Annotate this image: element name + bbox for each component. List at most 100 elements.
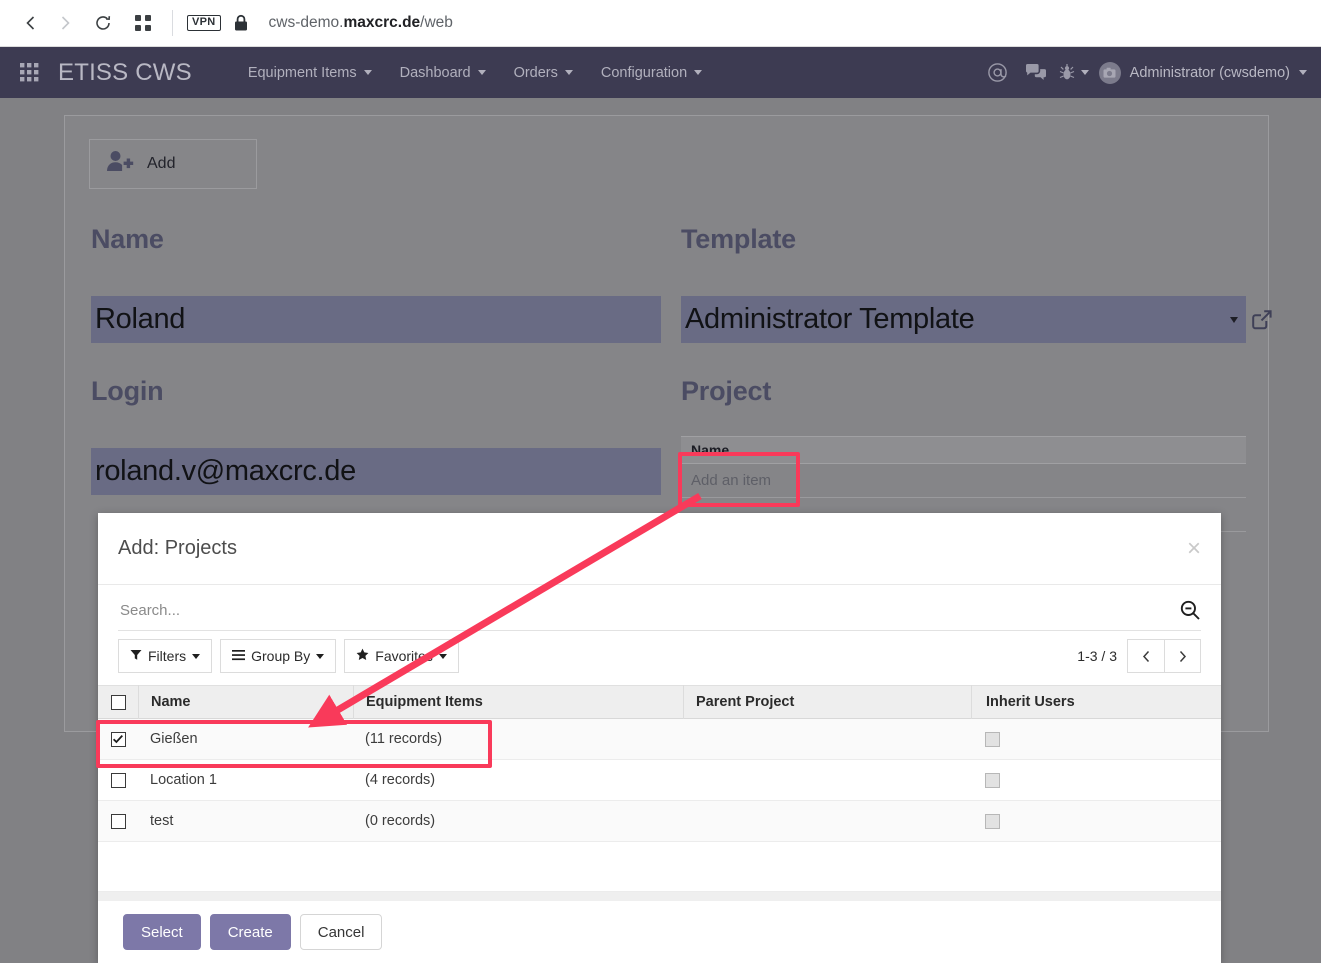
- filter-row: Filters Group By Favorites 1-3 / 3: [118, 639, 1201, 673]
- nav-menu-dashboard[interactable]: Dashboard: [400, 65, 486, 81]
- add-button-label: Add: [147, 155, 176, 172]
- search-icon[interactable]: [1179, 599, 1201, 621]
- search-row: [118, 599, 1201, 631]
- chevron-down-icon: [694, 70, 703, 75]
- projects-table: Name Equipment Items Parent Project Inhe…: [98, 685, 1221, 905]
- column-header-equipment[interactable]: Equipment Items: [353, 685, 683, 719]
- close-icon[interactable]: ×: [1187, 536, 1201, 561]
- chevron-down-icon: [363, 70, 372, 75]
- name-field-label: Name: [91, 224, 164, 254]
- person-plus-icon: [106, 150, 134, 179]
- row-checkbox-unchecked[interactable]: [110, 813, 126, 829]
- select-button[interactable]: Select: [123, 914, 201, 950]
- debug-bug-icon[interactable]: [1055, 54, 1093, 92]
- project-field-label: Project: [681, 376, 772, 406]
- table-row[interactable]: Location 1 (4 records): [98, 760, 1221, 801]
- pager-previous-button[interactable]: [1127, 639, 1164, 673]
- row-checkbox-cell[interactable]: [98, 731, 138, 747]
- login-field-input[interactable]: roland.v@maxcrc.de: [91, 448, 661, 495]
- chevron-down-icon: [564, 70, 573, 75]
- row-checkbox-cell[interactable]: [98, 813, 138, 829]
- app-navbar: ETISS CWS Equipment Items Dashboard Orde…: [0, 47, 1321, 98]
- pager-next-button[interactable]: [1164, 639, 1201, 673]
- nav-menu-orders[interactable]: Orders: [514, 65, 573, 81]
- pager-count: 1-3 / 3: [1077, 648, 1117, 664]
- table-header-row: Name Equipment Items Parent Project Inhe…: [98, 685, 1221, 719]
- column-header-inherit[interactable]: Inherit Users: [971, 685, 1221, 719]
- cancel-button[interactable]: Cancel: [299, 914, 383, 950]
- nav-menu-label: Orders: [513, 64, 558, 81]
- cell-inherit: [971, 813, 1221, 829]
- name-field-input[interactable]: Roland: [91, 296, 661, 343]
- project-add-an-item-row[interactable]: Add an item: [681, 464, 1246, 498]
- column-header-parent[interactable]: Parent Project: [683, 685, 971, 719]
- project-table-header: Name: [681, 436, 1246, 464]
- chevron-down-icon: [1230, 316, 1238, 323]
- toolbar-divider: [172, 10, 173, 36]
- group-by-label: Group By: [251, 648, 311, 664]
- brand-title[interactable]: ETISS CWS: [58, 59, 192, 87]
- inherit-users-checkbox: [985, 813, 1000, 829]
- vpn-badge[interactable]: VPN: [187, 15, 221, 31]
- modal-header: Add: Projects ×: [98, 513, 1221, 585]
- cell-equipment: (0 records): [365, 813, 436, 829]
- mentions-at-icon[interactable]: [979, 54, 1017, 92]
- pager: 1-3 / 3: [1077, 639, 1201, 673]
- reload-icon[interactable]: [86, 6, 120, 40]
- external-link-icon[interactable]: [1250, 308, 1274, 337]
- favorites-button[interactable]: Favorites: [344, 639, 459, 673]
- cell-equipment: (11 records): [365, 731, 443, 747]
- group-by-button[interactable]: Group By: [220, 639, 337, 673]
- chevron-down-icon: [477, 70, 486, 75]
- search-input[interactable]: [118, 600, 1179, 620]
- chevron-down-icon: [1080, 70, 1089, 75]
- nav-menu-label: Configuration: [600, 64, 688, 81]
- star-icon: [356, 648, 369, 664]
- favorites-label: Favorites: [375, 648, 433, 664]
- grid-apps-icon[interactable]: [126, 6, 160, 40]
- add-projects-modal: Add: Projects × Filters: [98, 513, 1221, 963]
- back-arrow-icon[interactable]: [14, 6, 48, 40]
- row-checkbox-cell[interactable]: [98, 772, 138, 788]
- row-checkbox-unchecked[interactable]: [110, 772, 126, 788]
- avatar: [1098, 61, 1121, 84]
- add-button[interactable]: Add: [89, 139, 257, 189]
- create-button[interactable]: Create: [209, 914, 291, 950]
- cell-name: Gießen: [150, 731, 198, 747]
- forward-arrow-icon[interactable]: [48, 6, 82, 40]
- select-all-checkbox[interactable]: [110, 694, 126, 710]
- chevron-down-icon: [192, 653, 201, 659]
- browser-toolbar: VPN cws-demo.maxcrc.de/web: [0, 0, 1321, 47]
- hamburger-lines-icon: [232, 648, 246, 664]
- modal-toolbar: Filters Group By Favorites: [98, 585, 1221, 673]
- template-selected-value: Administrator Template: [685, 303, 975, 335]
- table-row[interactable]: Gießen (11 records): [98, 719, 1221, 760]
- table-row[interactable]: test (0 records): [98, 801, 1221, 842]
- cell-equipment: (4 records): [365, 772, 436, 788]
- user-menu[interactable]: Administrator (cwsdemo): [1098, 61, 1311, 84]
- template-field-label: Template: [681, 224, 796, 254]
- inherit-users-checkbox: [985, 731, 1000, 747]
- column-header-name[interactable]: Name: [138, 685, 353, 719]
- messages-chat-icon[interactable]: [1017, 54, 1055, 92]
- template-field-select[interactable]: Administrator Template: [681, 296, 1246, 343]
- modal-footer: Select Create Cancel: [98, 901, 1221, 963]
- app-switcher-grid-icon[interactable]: [20, 63, 39, 82]
- chevron-down-icon: [1299, 70, 1307, 75]
- url-prefix: cws-demo.: [268, 14, 344, 31]
- select-all-checkbox-cell[interactable]: [98, 685, 138, 719]
- modal-title: Add: Projects: [118, 537, 237, 559]
- nav-menu-equipment-items[interactable]: Equipment Items: [248, 65, 372, 81]
- url-domain: maxcrc.de: [343, 14, 421, 31]
- filters-button[interactable]: Filters: [118, 639, 213, 673]
- navbar-right-tools: Administrator (cwsdemo): [979, 47, 1311, 98]
- chevron-down-icon: [316, 653, 325, 659]
- url-bar[interactable]: cws-demo.maxcrc.de/web: [269, 14, 453, 32]
- filters-label: Filters: [148, 648, 187, 664]
- nav-menu-configuration[interactable]: Configuration: [600, 64, 703, 81]
- row-checkbox-checked[interactable]: [110, 731, 126, 747]
- lock-icon[interactable]: [233, 14, 249, 32]
- chevron-down-icon: [438, 653, 447, 659]
- cell-name: Location 1: [150, 772, 217, 788]
- cell-inherit: [971, 731, 1221, 747]
